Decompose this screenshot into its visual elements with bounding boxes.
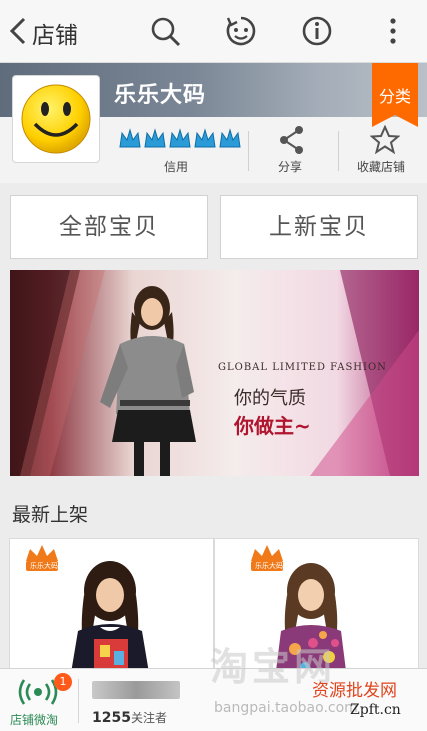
emoji-icon[interactable] <box>224 14 258 48</box>
category-tag[interactable]: 分类 <box>372 83 418 107</box>
more-icon[interactable] <box>376 14 410 48</box>
banner-line-1: 你的气质 <box>234 388 306 409</box>
shop-header: 乐乐大码 分类 信用 分享 收藏店铺 <box>0 63 427 183</box>
product-logo-text: 乐乐大码 <box>255 562 283 570</box>
followers-suffix: 关注者 <box>130 711 167 725</box>
product-card[interactable]: 乐乐大码 <box>9 538 214 678</box>
followers-count: 1255关注者 <box>92 709 167 726</box>
banner-english-text: GLOBAL LIMITED FASHION <box>218 362 387 373</box>
product-logo-text: 乐乐大码 <box>30 562 58 570</box>
shop-logo[interactable] <box>12 75 100 163</box>
divider <box>248 131 249 171</box>
back-icon[interactable] <box>6 16 30 46</box>
share-label[interactable]: 分享 <box>278 158 302 175</box>
new-items-button[interactable]: 上新宝贝 <box>220 195 418 259</box>
info-icon[interactable] <box>300 14 334 48</box>
shop-weitao-label[interactable]: 店铺微淘 <box>10 711 58 728</box>
followers-number: 1255 <box>92 710 131 726</box>
shop-name: 乐乐大码 <box>114 83 207 108</box>
all-items-button[interactable]: 全部宝贝 <box>10 195 208 259</box>
star-icon[interactable] <box>370 125 400 155</box>
page-title: 店铺 <box>32 23 78 49</box>
banner-light-rays <box>10 270 419 476</box>
banner-line-2: 你做主~ <box>234 414 311 438</box>
watermark-site-cn: 资源批发网 <box>312 681 397 701</box>
credit-label: 信用 <box>164 160 189 174</box>
smiley-logo-icon <box>21 84 91 154</box>
watermark-url: bangpai.taobao.com <box>214 700 358 716</box>
product-image <box>10 539 213 677</box>
favorite-shop-label[interactable]: 收藏店铺 <box>357 158 405 175</box>
broadcast-icon[interactable] <box>18 679 58 705</box>
top-bar: 店铺 <box>0 0 427 63</box>
latest-section-title: 最新上架 <box>12 504 89 526</box>
divider <box>78 679 79 723</box>
blurred-account-name <box>92 681 180 699</box>
fashion-model-image <box>100 286 196 476</box>
search-icon[interactable] <box>148 14 182 48</box>
share-icon[interactable] <box>278 125 306 155</box>
credit-crowns-icon <box>119 128 241 148</box>
watermark-site-en: Zpft.cn <box>350 702 401 718</box>
divider <box>338 131 339 171</box>
promo-banner[interactable]: GLOBAL LIMITED FASHION 你的气质 你做主~ <box>10 270 419 476</box>
notification-badge: 1 <box>54 673 72 691</box>
